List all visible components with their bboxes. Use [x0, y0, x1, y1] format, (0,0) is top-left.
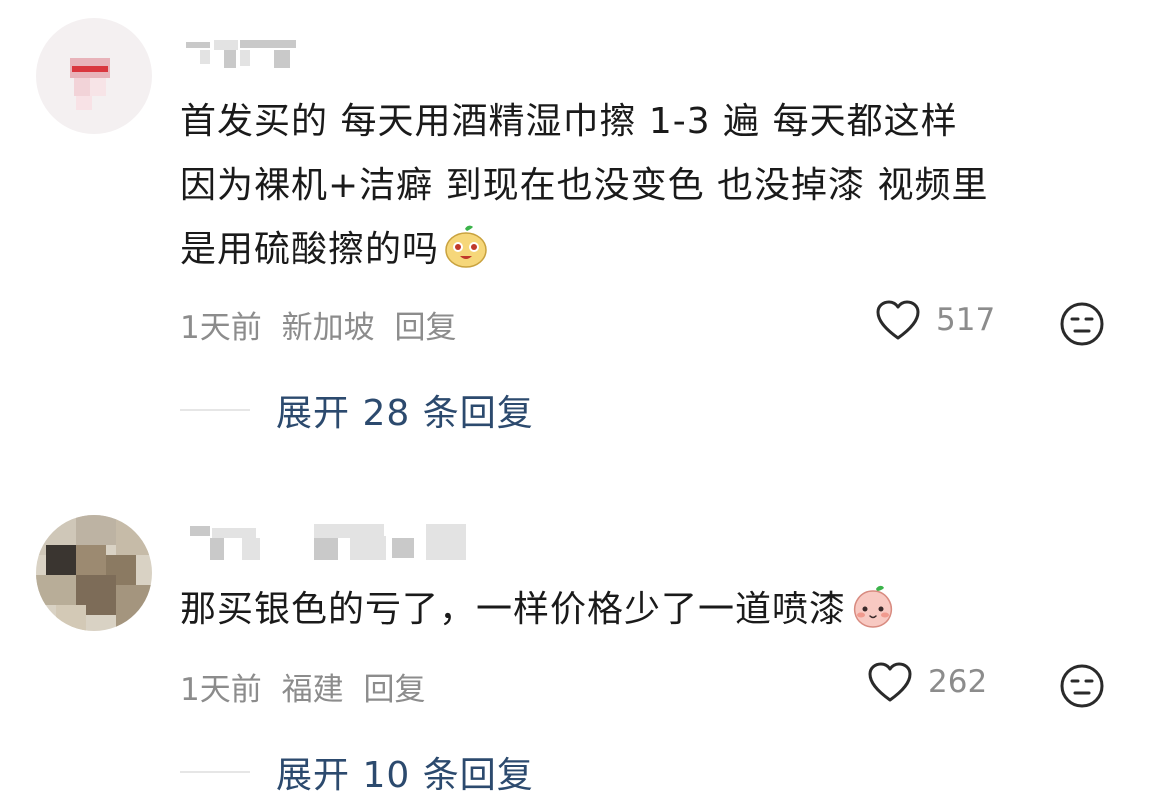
comment-text-line: 首发买的 每天用酒精湿巾擦 1-3 遍 每天都这样 — [180, 101, 958, 142]
like-button[interactable]: 262 — [866, 660, 987, 704]
reply-button[interactable]: 回复 — [394, 310, 456, 346]
username[interactable] — [180, 518, 500, 560]
avatar[interactable] — [36, 515, 152, 631]
comment-text-line: 是用硫酸擦的吗 — [180, 229, 440, 270]
like-count: 262 — [928, 664, 988, 700]
avatar[interactable] — [36, 18, 152, 134]
comment-location: 新加坡 — [281, 310, 375, 346]
heart-icon — [876, 300, 920, 340]
comment-time: 1天前 — [180, 672, 262, 708]
expand-replies-label[interactable]: 展开 28 条回复 — [276, 384, 534, 436]
expand-replies[interactable]: 展开 28 条回复 — [180, 384, 534, 436]
comment-location: 福建 — [281, 672, 344, 708]
dislike-button[interactable] — [1058, 662, 1106, 714]
like-button[interactable]: 517 — [874, 298, 995, 342]
comment-item: 那买银色的亏了，一样价格少了一道喷漆 1天前 福建 回复 262 展开 10 条… — [0, 490, 1156, 796]
divider — [180, 409, 250, 411]
heart-icon — [868, 662, 912, 702]
expand-replies[interactable]: 展开 10 条回复 — [180, 746, 534, 798]
like-count: 517 — [936, 302, 996, 338]
smiling-fruit-emoji — [443, 223, 489, 290]
expand-replies-label[interactable]: 展开 10 条回复 — [276, 746, 534, 798]
reply-button[interactable]: 回复 — [363, 672, 425, 708]
shy-peach-emoji — [850, 583, 896, 650]
comment-meta: 1天前 新加坡 回复 — [180, 302, 466, 347]
divider — [180, 771, 250, 773]
dislike-button[interactable] — [1058, 300, 1106, 352]
comment-item: 首发买的 每天用酒精湿巾擦 1-3 遍 每天都这样 因为裸机+洁癖 到现在也没变… — [0, 0, 1156, 470]
username[interactable] — [180, 34, 310, 74]
comment-time: 1天前 — [180, 310, 262, 346]
meh-face-icon — [1060, 664, 1104, 708]
comment-meta: 1天前 福建 回复 — [180, 664, 435, 709]
comment-text-line: 那买银色的亏了，一样价格少了一道喷漆 — [180, 589, 847, 630]
comment-text: 首发买的 每天用酒精湿巾擦 1-3 遍 每天都这样 因为裸机+洁癖 到现在也没变… — [180, 90, 1130, 290]
comment-text-line: 因为裸机+洁癖 到现在也没变色 也没掉漆 视频里 — [180, 165, 989, 206]
comment-text: 那买银色的亏了，一样价格少了一道喷漆 — [180, 578, 1130, 650]
meh-face-icon — [1060, 302, 1104, 346]
